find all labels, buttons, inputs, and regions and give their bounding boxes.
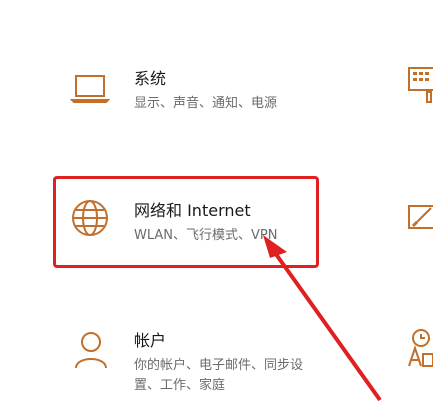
personalization-icon[interactable]	[405, 198, 433, 238]
tile-description: 显示、声音、通知、电源	[134, 96, 278, 111]
laptop-icon	[69, 68, 130, 118]
time-language-icon[interactable]	[405, 326, 433, 367]
keyboard-icon[interactable]	[405, 66, 433, 106]
person-icon	[74, 330, 134, 380]
highlight-box	[53, 176, 319, 268]
tile-description-line: 置、工作、家庭	[134, 378, 226, 393]
settings-tile-accounts[interactable]: 帐户 你的帐户、电子邮件、同步设 置、工作、家庭	[60, 330, 330, 403]
tile-title: 系统	[134, 69, 167, 88]
tile-title: 帐户	[134, 331, 167, 350]
tile-description-line: 你的帐户、电子邮件、同步设	[134, 358, 304, 373]
settings-tile-system[interactable]: 系统 显示、声音、通知、电源	[60, 68, 330, 128]
tile-description: 你的帐户、电子邮件、同步设 置、工作、家庭	[134, 356, 354, 396]
